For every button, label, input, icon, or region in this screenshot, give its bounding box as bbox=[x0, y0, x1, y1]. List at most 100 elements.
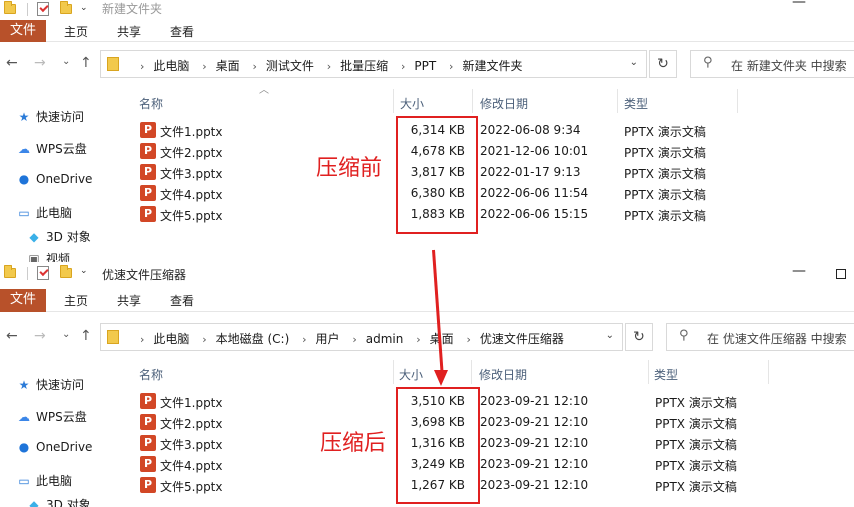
sidebar-item-3d-objects[interactable]: ◆ 3D 对象 bbox=[26, 496, 90, 507]
quick-access-dropdown-icon[interactable]: ⌄ bbox=[80, 266, 88, 276]
ppt-file-icon: P bbox=[140, 143, 156, 159]
title-bar: ⌄ 优速文件压缩器 — bbox=[0, 262, 854, 286]
minimize-button[interactable]: — bbox=[792, 0, 806, 10]
column-divider[interactable] bbox=[648, 360, 649, 384]
folder-icon[interactable] bbox=[4, 1, 16, 14]
new-folder-icon[interactable] bbox=[60, 1, 72, 14]
column-divider[interactable] bbox=[737, 89, 738, 113]
file-row[interactable]: P 文件4.pptx 6,380 KB 2022-06-06 11:54 PPT… bbox=[122, 183, 854, 204]
column-type[interactable]: 类型 bbox=[654, 366, 678, 383]
tab-view[interactable]: 查看 bbox=[170, 292, 194, 309]
column-divider[interactable] bbox=[471, 360, 472, 384]
file-row[interactable]: P 文件1.pptx 3,510 KB 2023-09-21 12:10 PPT… bbox=[122, 391, 854, 412]
new-folder-icon[interactable] bbox=[60, 265, 72, 278]
column-name[interactable]: 名称 bbox=[139, 95, 163, 112]
file-date: 2023-09-21 12:10 bbox=[480, 457, 589, 471]
sidebar-item-3d-objects[interactable]: ◆ 3D 对象 bbox=[26, 228, 90, 248]
tab-view[interactable]: 查看 bbox=[170, 23, 194, 40]
sidebar-item-this-pc[interactable]: ▭ 此电脑 bbox=[16, 204, 72, 224]
forward-icon[interactable]: → bbox=[34, 55, 46, 71]
search-icon: ⚲ bbox=[679, 328, 689, 343]
breadcrumb-item[interactable]: 新建文件夹 bbox=[462, 59, 522, 73]
breadcrumb-item[interactable]: admin bbox=[366, 332, 404, 346]
address-dropdown-icon[interactable]: ⌄ bbox=[630, 57, 638, 68]
search-box[interactable]: ⚲ 在 优速文件压缩器 中搜索 bbox=[666, 323, 854, 351]
file-date: 2023-09-21 12:10 bbox=[480, 415, 589, 429]
tab-share[interactable]: 共享 bbox=[117, 23, 141, 40]
breadcrumb-item[interactable]: 此电脑 bbox=[153, 332, 189, 346]
file-row[interactable]: P 文件5.pptx 1,883 KB 2022-06-06 15:15 PPT… bbox=[122, 204, 854, 225]
folder-icon bbox=[107, 57, 119, 71]
search-placeholder: 在 新建文件夹 中搜索 bbox=[731, 59, 847, 73]
column-divider[interactable] bbox=[768, 360, 769, 384]
back-icon[interactable]: ← bbox=[6, 328, 18, 344]
back-icon[interactable]: ← bbox=[6, 55, 18, 71]
quick-access-dropdown-icon[interactable]: ⌄ bbox=[80, 3, 88, 13]
column-type[interactable]: 类型 bbox=[624, 95, 648, 112]
column-size[interactable]: 大小 bbox=[400, 95, 424, 112]
tab-home[interactable]: 主页 bbox=[64, 292, 88, 309]
sidebar-item-this-pc[interactable]: ▭ 此电脑 bbox=[16, 472, 72, 492]
column-date[interactable]: 修改日期 bbox=[480, 95, 528, 112]
breadcrumb-item[interactable]: 测试文件 bbox=[266, 59, 314, 73]
column-name[interactable]: 名称 bbox=[139, 366, 163, 383]
sidebar-item-wps-cloud[interactable]: ☁ WPS云盘 bbox=[16, 140, 87, 160]
column-divider[interactable] bbox=[393, 89, 394, 113]
recent-locations-icon[interactable]: ⌄ bbox=[62, 56, 70, 67]
column-size[interactable]: 大小 bbox=[399, 366, 423, 383]
address-bar[interactable]: › 此电脑 › 本地磁盘 (C:) › 用户 › admin › 桌面 › 优速文件压缩器 … bbox=[100, 323, 623, 351]
file-row[interactable]: P 文件3.pptx 3,817 KB 2022-01-17 9:13 PPTX… bbox=[122, 162, 854, 183]
address-bar[interactable]: › 此电脑 › 桌面 › 测试文件 › 批量压缩 › PPT › 新建文件夹 ⌄ bbox=[100, 50, 647, 78]
recent-locations-icon[interactable]: ⌄ bbox=[62, 329, 70, 340]
tab-file[interactable]: 文件 bbox=[0, 20, 46, 42]
annotation-before: 压缩前 bbox=[316, 156, 383, 181]
computer-icon: ▭ bbox=[18, 474, 30, 488]
refresh-button[interactable]: ↻ bbox=[625, 323, 653, 351]
file-row[interactable]: P 文件1.pptx 6,314 KB 2022-06-08 9:34 PPTX… bbox=[122, 120, 854, 141]
sidebar-item-wps-cloud[interactable]: ☁ WPS云盘 bbox=[16, 408, 87, 428]
sidebar-item-label: OneDrive bbox=[36, 172, 93, 186]
sidebar-item-label: OneDrive bbox=[36, 440, 93, 454]
file-name: 文件4.pptx bbox=[160, 188, 223, 202]
forward-icon[interactable]: → bbox=[34, 328, 46, 344]
up-icon[interactable]: ↑ bbox=[80, 55, 92, 71]
sidebar-item-quick-access[interactable]: ★ 快速访问 bbox=[16, 376, 84, 396]
search-box[interactable]: ⚲ 在 新建文件夹 中搜索 bbox=[690, 50, 854, 78]
breadcrumb-item[interactable]: 此电脑 bbox=[153, 59, 189, 73]
column-date[interactable]: 修改日期 bbox=[479, 366, 527, 383]
breadcrumb-item[interactable]: 批量压缩 bbox=[340, 59, 388, 73]
breadcrumb-item[interactable]: 桌面 bbox=[216, 59, 240, 73]
folder-icon[interactable] bbox=[4, 265, 16, 278]
sidebar-item-videos[interactable]: ▣ 视频 bbox=[26, 250, 70, 262]
file-date: 2023-09-21 12:10 bbox=[480, 436, 589, 450]
file-name: 文件2.pptx bbox=[160, 417, 223, 431]
tab-share[interactable]: 共享 bbox=[117, 292, 141, 309]
column-divider[interactable] bbox=[472, 89, 473, 113]
up-icon[interactable]: ↑ bbox=[80, 328, 92, 344]
breadcrumb-item[interactable]: 用户 bbox=[316, 332, 340, 346]
breadcrumb-item[interactable]: PPT bbox=[414, 59, 436, 73]
cube-icon: ◆ bbox=[29, 230, 39, 244]
minimize-button[interactable]: — bbox=[792, 263, 806, 279]
refresh-button[interactable]: ↻ bbox=[649, 50, 677, 78]
maximize-button[interactable] bbox=[836, 269, 846, 279]
file-row[interactable]: P 文件2.pptx 3,698 KB 2023-09-21 12:10 PPT… bbox=[122, 412, 854, 433]
breadcrumb-separator-icon: › bbox=[352, 333, 357, 346]
sidebar-item-onedrive[interactable]: ● OneDrive bbox=[16, 440, 93, 460]
file-row[interactable]: P 文件5.pptx 1,267 KB 2023-09-21 12:10 PPT… bbox=[122, 475, 854, 496]
column-divider[interactable] bbox=[393, 360, 394, 384]
column-divider[interactable] bbox=[617, 89, 618, 113]
properties-icon[interactable] bbox=[37, 266, 49, 280]
file-row[interactable]: P 文件2.pptx 4,678 KB 2021-12-06 10:01 PPT… bbox=[122, 141, 854, 162]
tab-home[interactable]: 主页 bbox=[64, 23, 88, 40]
file-row[interactable]: P 文件4.pptx 3,249 KB 2023-09-21 12:10 PPT… bbox=[122, 454, 854, 475]
sidebar-item-onedrive[interactable]: ● OneDrive bbox=[16, 172, 93, 192]
breadcrumb-item[interactable]: 优速文件压缩器 bbox=[480, 332, 564, 346]
sidebar-item-label: 快速访问 bbox=[36, 378, 85, 392]
address-dropdown-icon[interactable]: ⌄ bbox=[606, 330, 614, 341]
properties-icon[interactable] bbox=[37, 2, 49, 16]
sidebar-item-quick-access[interactable]: ★ 快速访问 bbox=[16, 108, 84, 128]
breadcrumb-item[interactable]: 本地磁盘 (C:) bbox=[216, 332, 290, 346]
tab-file[interactable]: 文件 bbox=[0, 289, 46, 312]
file-row[interactable]: P 文件3.pptx 1,316 KB 2023-09-21 12:10 PPT… bbox=[122, 433, 854, 454]
